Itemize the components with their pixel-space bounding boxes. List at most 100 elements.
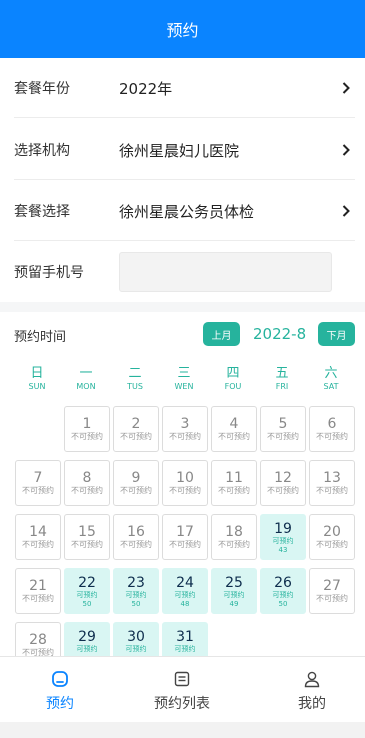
day-number: 13 (323, 470, 341, 486)
calendar-day-17: 17 不可预约 (162, 514, 208, 560)
phone-input[interactable] (119, 252, 332, 292)
calendar-day-7: 7 不可预约 (15, 460, 61, 506)
calendar-day-26[interactable]: 26 可预约 50 (260, 568, 306, 614)
day-number: 27 (323, 578, 341, 594)
divider (14, 240, 355, 241)
calendar-day-5: 5 不可预约 (260, 406, 306, 452)
calendar-day-27: 27 不可预约 (309, 568, 355, 614)
day-status: 不可预约 (267, 432, 299, 441)
day-number: 7 (33, 470, 43, 486)
day-status: 不可预约 (71, 540, 103, 549)
day-number: 11 (225, 470, 243, 486)
weekday-header: 三 WEN (161, 367, 207, 393)
day-number: 23 (127, 575, 145, 591)
day-number: 2 (131, 416, 141, 432)
day-remaining-count: 49 (229, 600, 239, 608)
day-number: 17 (176, 524, 194, 540)
calendar-day-22[interactable]: 22 可预约 50 (64, 568, 110, 614)
weekday-header: 四 FOU (210, 367, 256, 393)
tab-booking-list[interactable]: 预约列表 (122, 657, 242, 723)
day-status: 可预约 (174, 645, 196, 653)
day-number: 19 (274, 521, 292, 537)
calendar-day-13: 13 不可预约 (309, 460, 355, 506)
day-status: 不可预约 (71, 432, 103, 441)
weekday-cn: 五 (275, 366, 289, 381)
day-status: 不可预约 (218, 486, 250, 495)
year-selector[interactable]: 套餐年份 2022年 (0, 58, 365, 118)
weekday-en: SAT (323, 382, 339, 391)
tab-mine[interactable]: 我的 (252, 657, 365, 723)
calendar-day-1: 1 不可预约 (64, 406, 110, 452)
day-status: 不可预约 (267, 486, 299, 495)
weekday-en: FOU (224, 382, 242, 391)
weekday-en: SUN (28, 382, 46, 391)
day-number: 16 (127, 524, 145, 540)
calendar-day-19[interactable]: 19 可预约 43 (260, 514, 306, 560)
day-status: 不可预约 (169, 432, 201, 441)
day-status: 可预约 (76, 645, 98, 653)
bottom-tab-bar: 预约 预约列表 我的 (0, 656, 365, 722)
day-status: 不可预约 (120, 486, 152, 495)
weekday-header: 一 MON (63, 367, 109, 393)
day-remaining-count: 50 (82, 600, 92, 608)
day-status: 可预约 (272, 591, 294, 599)
weekday-cn: 三 (177, 366, 191, 381)
package-value: 徐州星晨公务员体检 (119, 202, 255, 221)
day-number: 20 (323, 524, 341, 540)
calendar-day-23[interactable]: 23 可预约 50 (113, 568, 159, 614)
day-remaining-count: 50 (131, 600, 141, 608)
day-number: 15 (78, 524, 96, 540)
day-status: 不可预约 (120, 540, 152, 549)
divider (14, 117, 355, 118)
calendar-day-18: 18 不可预约 (211, 514, 257, 560)
year-value: 2022年 (119, 79, 173, 98)
day-number: 6 (327, 416, 337, 432)
day-status: 不可预约 (316, 432, 348, 441)
calendar-day-9: 9 不可预约 (113, 460, 159, 506)
day-status: 不可预约 (218, 540, 250, 549)
weekday-cn: 二 (128, 366, 142, 381)
day-number: 25 (225, 575, 243, 591)
weekday-header: 日 SUN (14, 367, 60, 393)
weekday-header: 五 FRI (259, 367, 305, 393)
day-status: 不可预约 (169, 540, 201, 549)
calendar-day-21: 21 不可预约 (15, 568, 61, 614)
calendar-day-24[interactable]: 24 可预约 48 (162, 568, 208, 614)
next-month-button[interactable]: 下月 (318, 322, 355, 346)
day-status: 可预约 (272, 537, 294, 545)
section-separator (0, 302, 365, 312)
tab-booking-label: 预约 (46, 696, 74, 712)
day-number: 22 (78, 575, 96, 591)
weekday-en: FRI (275, 382, 289, 391)
day-status: 不可预约 (120, 432, 152, 441)
calendar-day-10: 10 不可预约 (162, 460, 208, 506)
current-month: 2022-8 (253, 325, 307, 343)
calendar-day-25[interactable]: 25 可预约 49 (211, 568, 257, 614)
institution-label: 选择机构 (14, 143, 70, 159)
weekday-cn: 六 (324, 366, 338, 381)
calendar-day-2: 2 不可预约 (113, 406, 159, 452)
prev-month-button[interactable]: 上月 (203, 322, 240, 346)
day-status: 不可预约 (22, 540, 54, 549)
chevron-right-icon (339, 143, 353, 157)
calendar-day-14: 14 不可预约 (15, 514, 61, 560)
package-selector[interactable]: 套餐选择 徐州星晨公务员体检 (0, 181, 365, 241)
year-label: 套餐年份 (14, 81, 70, 97)
day-number: 31 (176, 629, 194, 645)
app-header: 预约 (0, 0, 365, 58)
weekday-header: 二 TUS (112, 367, 158, 393)
weekday-en: TUS (127, 382, 143, 391)
weekday-en: WEN (174, 382, 194, 391)
calendar-day-16: 16 不可预约 (113, 514, 159, 560)
day-number: 8 (82, 470, 92, 486)
tab-booking-list-label: 预约列表 (154, 696, 210, 712)
weekday-cn: 一 (79, 366, 93, 381)
bottom-safe-area (0, 722, 365, 738)
institution-selector[interactable]: 选择机构 徐州星晨妇儿医院 (0, 120, 365, 180)
tab-booking[interactable]: 预约 (0, 657, 120, 723)
schedule-label: 预约时间 (14, 330, 67, 345)
day-status: 可预约 (174, 591, 196, 599)
calendar-day-15: 15 不可预约 (64, 514, 110, 560)
day-number: 1 (82, 416, 92, 432)
calendar-day-11: 11 不可预约 (211, 460, 257, 506)
